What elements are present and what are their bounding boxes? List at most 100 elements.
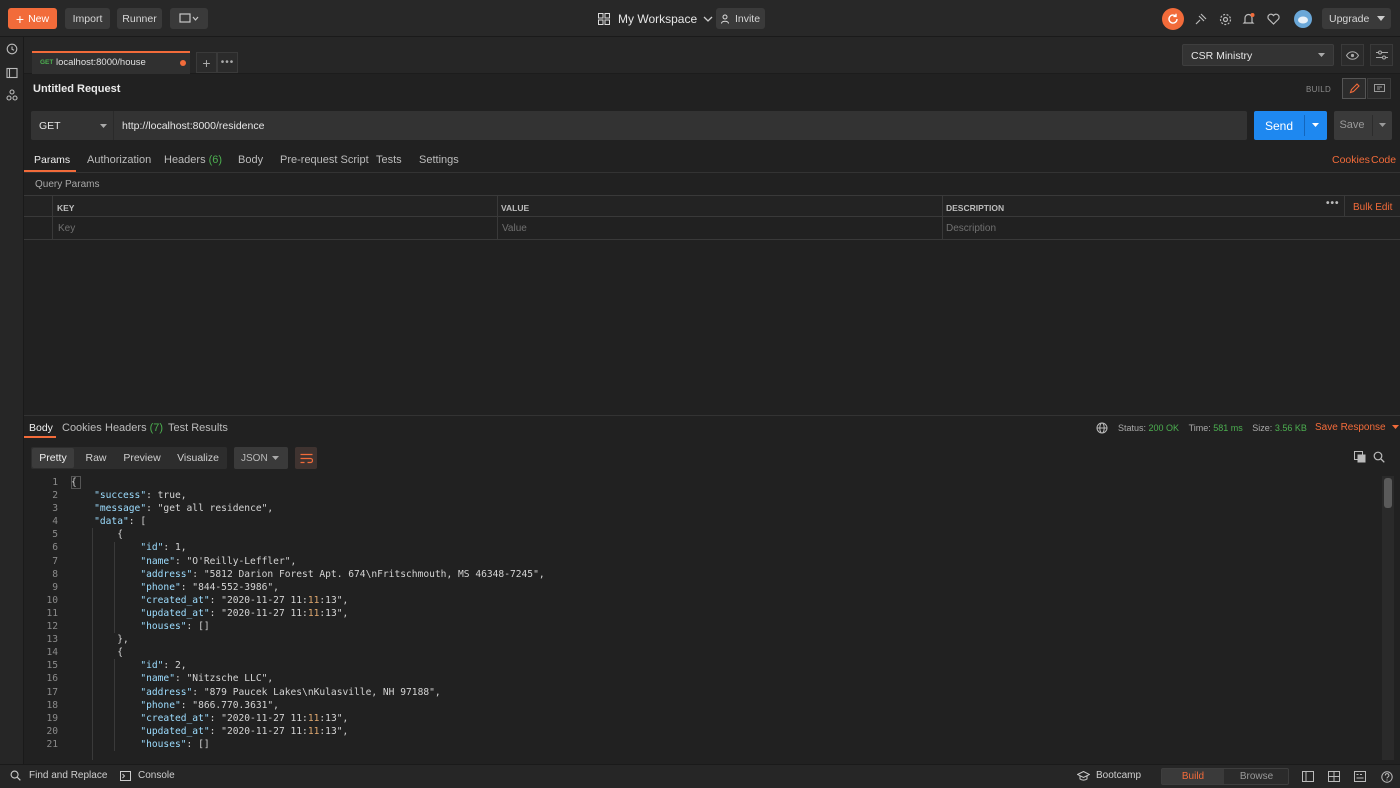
build-mode-button[interactable]: Build: [1162, 769, 1224, 784]
code-link[interactable]: Code: [1371, 154, 1396, 166]
query-params-title: Query Params: [35, 179, 100, 190]
satellite-button[interactable]: [1191, 10, 1209, 28]
tab-headers[interactable]: Headers (6): [164, 154, 222, 166]
chevron-down-icon: [703, 16, 713, 22]
two-pane-button[interactable]: [1301, 770, 1314, 783]
new-button[interactable]: + New: [8, 8, 57, 29]
code-line: "success": true,: [94, 490, 187, 502]
api-icon: [6, 89, 18, 101]
format-select[interactable]: JSON: [234, 447, 288, 469]
line-number: 1: [52, 477, 58, 488]
preview-button[interactable]: Preview: [119, 447, 165, 468]
sync-button[interactable]: [1162, 8, 1184, 30]
save-button[interactable]: Save: [1334, 111, 1392, 140]
tab-test-results[interactable]: Test Results: [168, 422, 228, 434]
param-key-input[interactable]: Key: [58, 223, 75, 234]
cookies-link[interactable]: Cookies: [1332, 154, 1370, 166]
line-number: 8: [52, 568, 58, 580]
manage-environments-button[interactable]: [1370, 44, 1393, 66]
two-pane-icon: [1301, 771, 1314, 782]
build-mode-button-label: Build: [1181, 771, 1205, 782]
tab-pre-request-script[interactable]: Pre-request Script: [280, 154, 369, 166]
bootcamp-button[interactable]: Bootcamp: [1077, 770, 1141, 781]
workspace-switcher[interactable]: My Workspace: [598, 9, 713, 29]
plus-icon: +: [15, 10, 25, 27]
environment-quick-look-button[interactable]: [1341, 44, 1364, 66]
method-value: GET: [39, 120, 61, 132]
format-value: JSON: [241, 453, 268, 464]
request-name[interactable]: Untitled Request: [33, 83, 120, 95]
settings-button[interactable]: [1216, 10, 1234, 28]
tab-authorization[interactable]: Authorization: [87, 154, 151, 166]
editor-scrollbar[interactable]: [1382, 476, 1394, 760]
more-icon[interactable]: •••: [1326, 198, 1340, 209]
code-line: },: [71, 634, 129, 646]
param-value-input[interactable]: Value: [502, 223, 527, 234]
edit-button[interactable]: [1342, 78, 1366, 99]
caret-down-icon[interactable]: [1312, 123, 1319, 128]
col-description-header: DESCRIPTION: [946, 203, 1005, 213]
visualize-button[interactable]: Visualize: [173, 447, 223, 468]
import-button[interactable]: Import: [65, 8, 110, 29]
help-button[interactable]: [1380, 770, 1393, 783]
copy-button[interactable]: [1353, 450, 1367, 464]
raw-button[interactable]: Raw: [79, 447, 113, 468]
new-window-button[interactable]: [170, 8, 208, 29]
code-line: "name": "O'Reilly-Leffler",: [140, 555, 297, 567]
send-button[interactable]: Send: [1254, 111, 1327, 140]
search-response-button[interactable]: [1372, 450, 1386, 464]
wrap-lines-button[interactable]: [295, 447, 317, 469]
line-number: 4: [52, 516, 58, 528]
tab-response-body-label: Body: [29, 422, 53, 434]
globe-icon[interactable]: [1096, 422, 1108, 434]
indent-guide: [114, 659, 115, 752]
preview-button-label: Preview: [123, 451, 161, 464]
avatar[interactable]: [1294, 10, 1312, 28]
upgrade-button[interactable]: Upgrade: [1322, 8, 1391, 29]
method-select[interactable]: GET: [31, 111, 113, 140]
sliders-icon: [1375, 50, 1388, 60]
apis-button[interactable]: [4, 87, 20, 103]
code-line: "houses": []: [140, 738, 210, 750]
response-headers-count-badge: (7): [149, 422, 164, 434]
caret-down-icon[interactable]: [1379, 123, 1386, 128]
find-replace-button[interactable]: Find and Replace: [10, 770, 107, 781]
response-status: Status: 200 OK Time: 581 ms Size: 3.56 K…: [1118, 423, 1307, 433]
shortcuts-button[interactable]: [1353, 770, 1366, 783]
col-value-header: VALUE: [501, 203, 530, 213]
tab-body[interactable]: Body: [238, 154, 263, 166]
pretty-button[interactable]: Pretty: [32, 448, 74, 468]
add-tab-button[interactable]: +: [196, 52, 217, 73]
tab-options-button[interactable]: •••: [217, 52, 238, 73]
left-rail: [0, 37, 24, 764]
tab-settings[interactable]: Settings: [419, 154, 459, 166]
request-tab[interactable]: GET localhost:8000/house: [32, 51, 190, 74]
heart-button[interactable]: [1264, 10, 1282, 28]
bulk-edit-link[interactable]: Bulk Edit: [1353, 202, 1392, 213]
history-button[interactable]: [4, 41, 20, 57]
line-number: 3: [52, 503, 58, 515]
split-pane-button[interactable]: [1327, 770, 1340, 783]
tab-response-headers-label: Headers: [105, 422, 147, 434]
tab-response-body[interactable]: Body: [24, 416, 56, 438]
bootcamp-label: Bootcamp: [1096, 770, 1142, 781]
documentation-button[interactable]: [1367, 78, 1391, 99]
notifications-button[interactable]: [1239, 10, 1257, 28]
environment-select[interactable]: CSR Ministry: [1182, 44, 1334, 66]
save-response-button[interactable]: Save Response: [1315, 422, 1400, 433]
collections-button[interactable]: [4, 65, 20, 81]
editor-scrollbar-thumb[interactable]: [1384, 478, 1392, 508]
save-divider: [1372, 115, 1373, 136]
console-button[interactable]: Console: [120, 770, 175, 781]
tab-params[interactable]: Params: [24, 148, 76, 172]
tab-response-cookies[interactable]: Cookies: [62, 422, 102, 434]
tab-response-headers[interactable]: Headers (7): [105, 422, 163, 434]
runner-button[interactable]: Runner: [117, 8, 162, 29]
response-body-editor[interactable]: 1 2 3 4 5 6 7 8 9 10 11 12 13 14 15 16 17 18 19 20 21 { "suc…: [24, 476, 1382, 760]
browse-mode-button[interactable]: Browse: [1225, 769, 1288, 784]
invite-button[interactable]: Invite: [716, 8, 765, 29]
tab-tests[interactable]: Tests: [376, 154, 402, 166]
tabs-divider: [24, 172, 1400, 173]
param-description-input[interactable]: Description: [946, 223, 996, 234]
url-input[interactable]: [119, 115, 1239, 136]
